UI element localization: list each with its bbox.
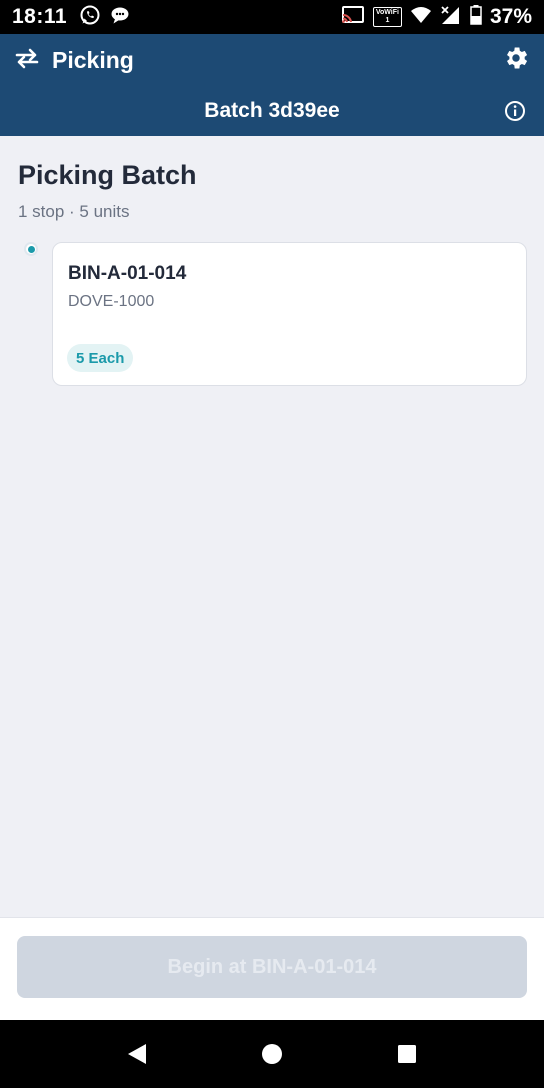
- wifi-icon: [410, 6, 432, 29]
- stop-sku: DOVE-1000: [68, 293, 155, 310]
- battery-percent: 37%: [489, 5, 532, 28]
- system-status-icons: VoWiFi 1 37%: [341, 4, 532, 30]
- batch-title: Batch 3d39ee: [204, 99, 340, 122]
- back-icon[interactable]: [117, 1034, 157, 1074]
- whatsapp-icon: [79, 4, 101, 31]
- status-time: 18:11: [12, 5, 68, 28]
- app-title: Picking: [52, 46, 134, 73]
- info-icon[interactable]: [504, 100, 526, 127]
- signal-icon: [440, 5, 462, 30]
- swap-arrows-icon[interactable]: [14, 47, 40, 74]
- vowifi-icon: VoWiFi 1: [372, 7, 402, 27]
- settings-button[interactable]: [502, 44, 530, 77]
- stop-location: BIN-A-01-014: [68, 263, 187, 284]
- battery-icon: [470, 4, 482, 30]
- footer: Begin at BIN-A-01-014: [0, 917, 544, 1020]
- stop-indicator: [24, 242, 38, 256]
- home-icon[interactable]: [252, 1034, 292, 1074]
- app-bar: Picking: [0, 34, 544, 86]
- stop-indicator-dot: [27, 245, 35, 253]
- chat-bubble-icon: [109, 4, 131, 31]
- cast-icon: [341, 5, 365, 30]
- recents-icon[interactable]: [387, 1034, 427, 1074]
- gear-icon: [502, 44, 530, 77]
- system-nav-bar: [0, 1020, 544, 1088]
- notification-icons: [79, 4, 131, 31]
- page-subtitle: 1 stop · 5 units: [18, 202, 130, 221]
- begin-picking-button[interactable]: Begin at BIN-A-01-014: [17, 936, 527, 998]
- stop-card[interactable]: BIN-A-01-014 DOVE-1000 5 Each: [52, 242, 527, 386]
- quantity-badge: 5 Each: [67, 344, 134, 372]
- page-title: Picking Batch: [18, 160, 197, 190]
- status-bar: 18:11 VoWiFi 1 37%: [0, 0, 544, 34]
- batch-header: Batch 3d39ee: [0, 86, 544, 136]
